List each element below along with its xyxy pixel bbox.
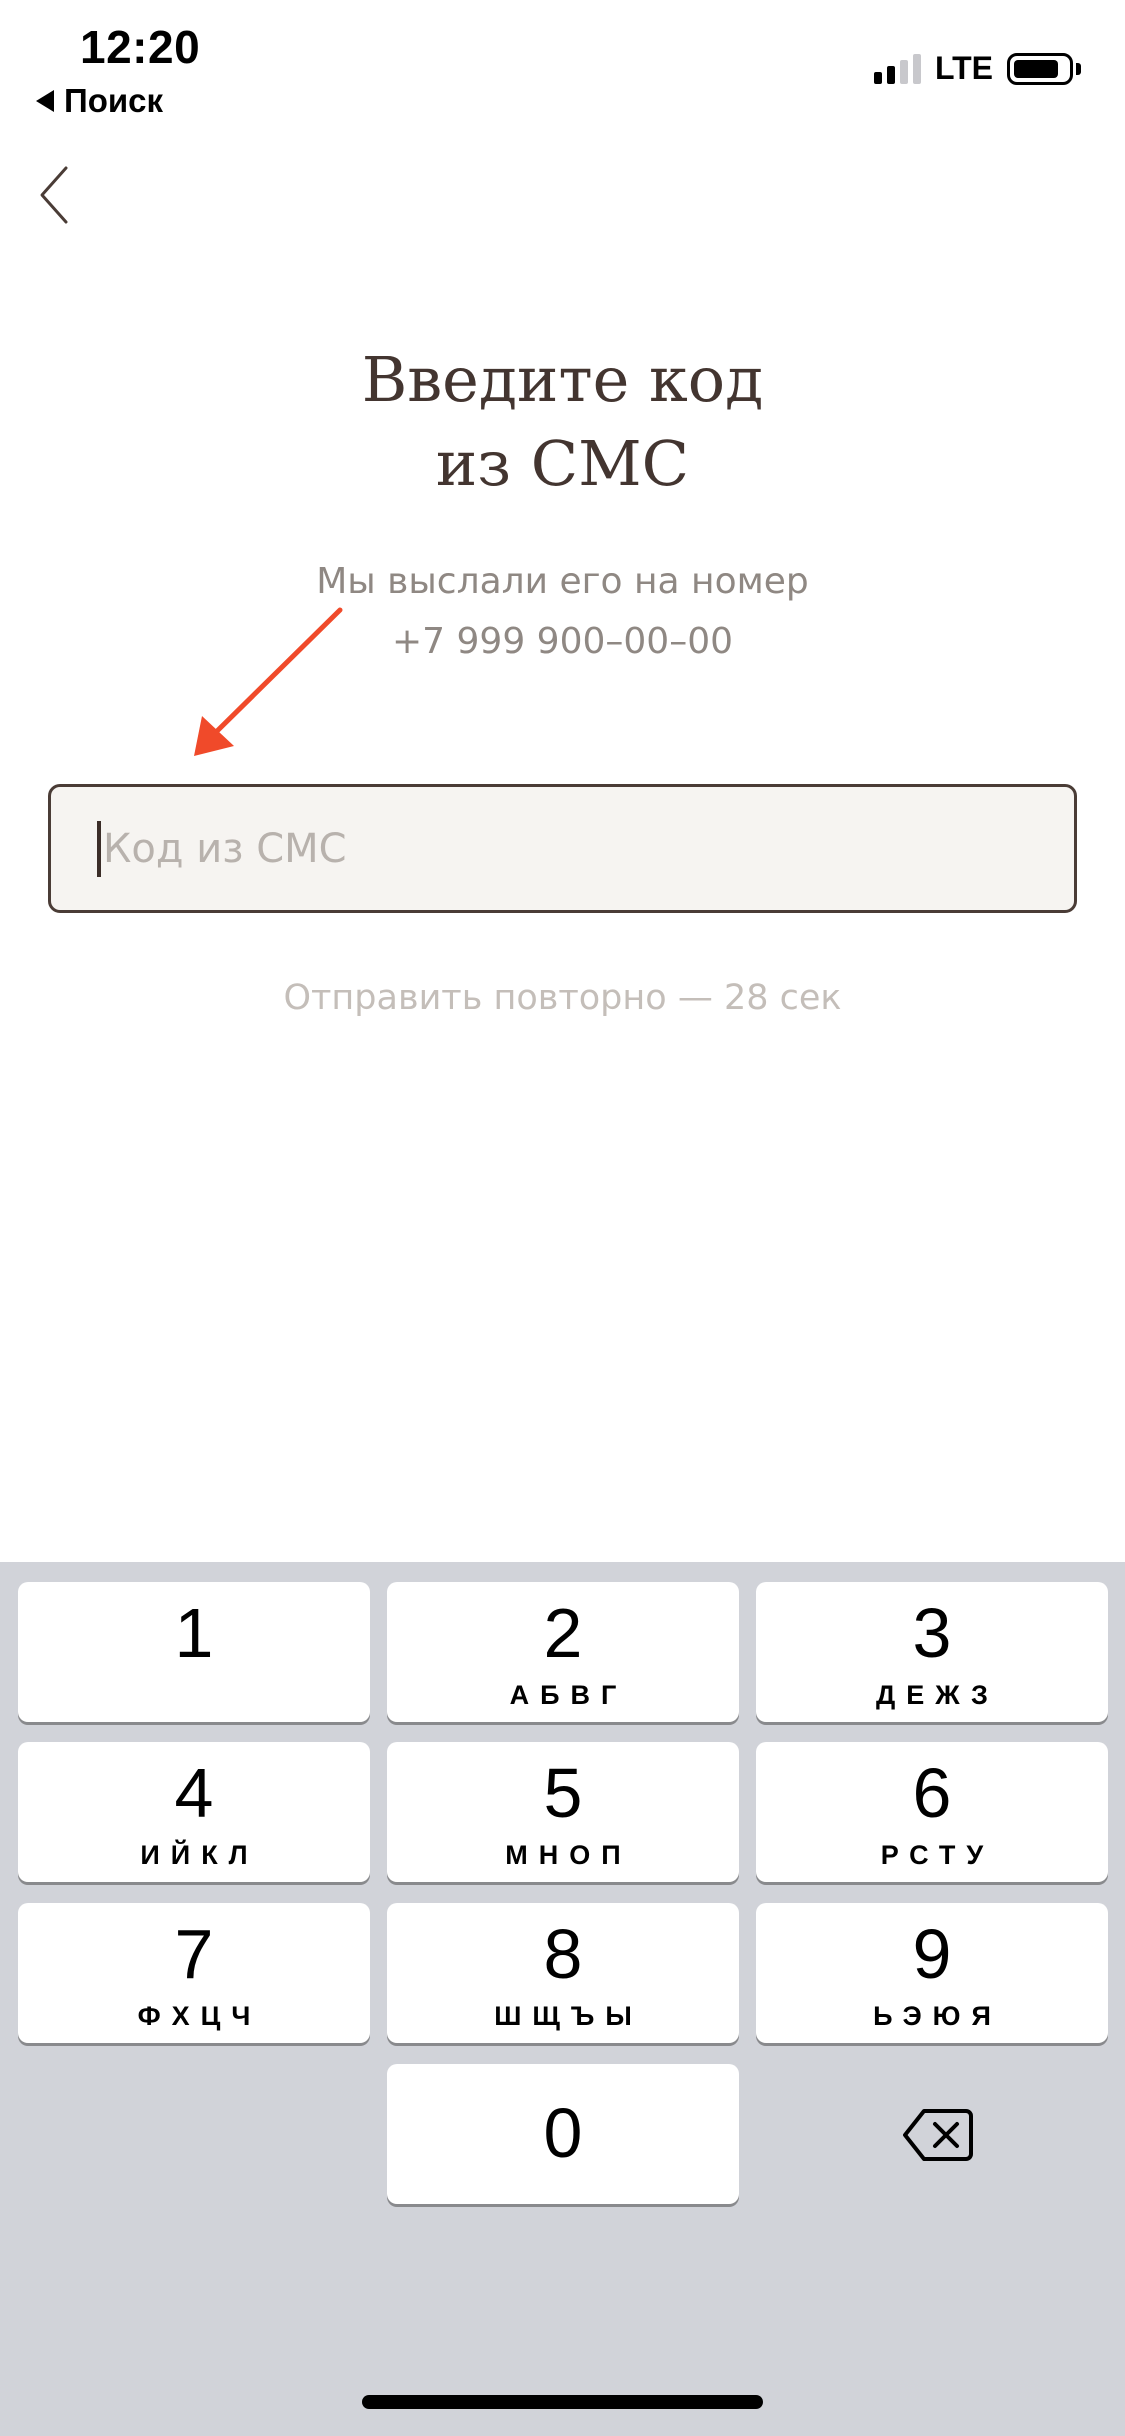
text-caret bbox=[97, 820, 101, 877]
key-8[interactable]: 8 ШЩЪЫ bbox=[387, 1903, 739, 2043]
status-indicators: LTE bbox=[873, 50, 1081, 87]
key-4[interactable]: 4 ИЙКЛ bbox=[18, 1742, 370, 1882]
numeric-keypad: 1 2 АБВГ 3 ДЕЖЗ 4 ИЙКЛ 5 МНОП 6 РСТУ 7 Ф… bbox=[0, 1562, 1125, 2436]
sms-code-field[interactable] bbox=[48, 784, 1077, 913]
key-digit: 3 bbox=[912, 1594, 952, 1672]
key-6[interactable]: 6 РСТУ bbox=[756, 1742, 1108, 1882]
key-letters: АБВГ bbox=[509, 1680, 628, 1710]
chevron-left-icon[interactable] bbox=[36, 160, 80, 230]
key-7[interactable]: 7 ФХЦЧ bbox=[18, 1903, 370, 2043]
key-0[interactable]: 0 bbox=[387, 2064, 739, 2204]
status-back-label: Поиск bbox=[64, 82, 164, 119]
key-5[interactable]: 5 МНОП bbox=[387, 1742, 739, 1882]
phone-number: +7 999 900–00–00 bbox=[392, 621, 733, 662]
key-letters: ШЩЪЫ bbox=[494, 2001, 643, 2031]
status-time: 12:20 bbox=[80, 21, 201, 73]
key-digit: 5 bbox=[543, 1754, 583, 1832]
key-3[interactable]: 3 ДЕЖЗ bbox=[756, 1582, 1108, 1722]
key-letters: РСТУ bbox=[880, 1840, 995, 1870]
page-subtitle: Мы выслали его на номер +7 999 900–00–00 bbox=[0, 552, 1125, 672]
key-letters: ФХЦЧ bbox=[137, 2001, 262, 2031]
key-2[interactable]: 2 АБВГ bbox=[387, 1582, 739, 1722]
home-indicator[interactable] bbox=[362, 2395, 763, 2409]
key-digit: 0 bbox=[543, 2094, 583, 2172]
key-digit: 6 bbox=[912, 1754, 952, 1832]
delete-key[interactable] bbox=[868, 2090, 1008, 2180]
key-digit: 4 bbox=[174, 1754, 214, 1832]
signal-bars-icon bbox=[873, 53, 921, 84]
page-title: Введите код из СМС bbox=[361, 343, 764, 500]
key-9[interactable]: 9 ЬЭЮЯ bbox=[756, 1903, 1108, 2043]
back-triangle-icon bbox=[36, 90, 54, 112]
annotation-arrow-icon bbox=[194, 607, 343, 756]
key-digit: 8 bbox=[543, 1915, 583, 1993]
key-digit: 1 bbox=[174, 1594, 214, 1672]
backspace-icon bbox=[903, 2109, 973, 2161]
key-letters: ЬЭЮЯ bbox=[873, 2001, 1002, 2031]
key-letters: ДЕЖЗ bbox=[876, 1680, 999, 1710]
subtitle-line: Мы выслали его на номер bbox=[316, 561, 809, 602]
key-digit: 9 bbox=[912, 1915, 952, 1993]
key-digit: 2 bbox=[543, 1594, 583, 1672]
key-digit: 7 bbox=[174, 1915, 214, 1993]
resend-timer: Отправить повторно — 28 сек bbox=[283, 978, 842, 1018]
sms-code-input[interactable] bbox=[103, 825, 1003, 872]
key-letters: МНОП bbox=[505, 1840, 632, 1870]
key-1[interactable]: 1 bbox=[18, 1582, 370, 1722]
network-type: LTE bbox=[934, 50, 993, 86]
status-back-to-app[interactable]: Поиск bbox=[36, 82, 163, 120]
key-letters: ИЙКЛ bbox=[140, 1840, 259, 1870]
battery-icon bbox=[1007, 52, 1081, 85]
